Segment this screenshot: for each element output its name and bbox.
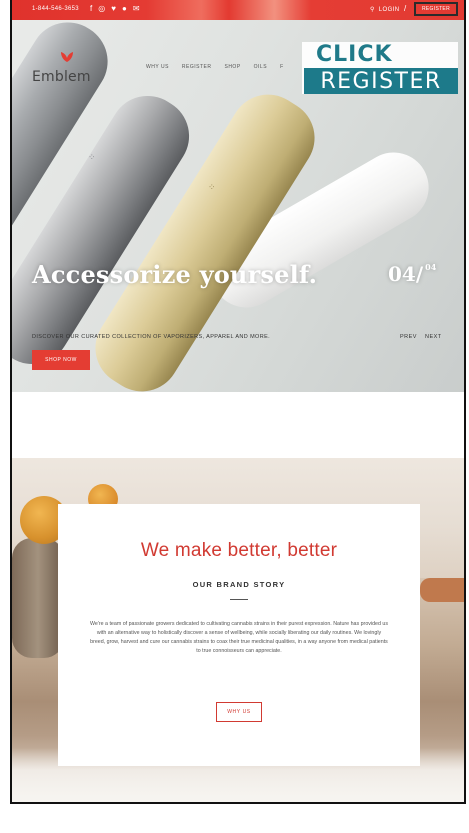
site-logo[interactable]: Emblem xyxy=(32,69,91,85)
social-links: f ◎ ♥ ● ✉ xyxy=(90,4,140,14)
facebook-icon[interactable]: f xyxy=(90,4,92,14)
nav-item-shop[interactable]: SHOP xyxy=(224,64,240,70)
product-logo-mark: ⁘ xyxy=(208,182,217,192)
top-bar: 1-844-546-3653 f ◎ ♥ ● ✉ ⚲ LOGIN / REGIS… xyxy=(10,0,466,20)
frame-border xyxy=(10,0,12,803)
shop-now-label: SHOP NOW xyxy=(45,357,77,363)
register-link[interactable]: REGISTER xyxy=(414,2,458,16)
nav-item-truncated[interactable]: F xyxy=(280,64,284,70)
login-label: LOGIN xyxy=(378,6,400,13)
background-child-figure xyxy=(12,538,64,658)
shop-now-button[interactable]: SHOP NOW xyxy=(32,350,90,370)
slider-controls: PREV NEXT xyxy=(400,334,442,340)
section-spacer xyxy=(10,392,466,458)
product-logo-mark: ⁘ xyxy=(88,152,97,162)
brand-story-body: We're a team of passionate growers dedic… xyxy=(90,621,388,654)
next-button[interactable]: NEXT xyxy=(425,334,442,340)
brand-story-title: We make better, better xyxy=(140,540,338,561)
slide-current: 04/ xyxy=(388,262,424,286)
hero-headline: Accessorize yourself. xyxy=(32,260,318,289)
why-us-label: WHY US xyxy=(227,709,251,715)
hero-tagline: DISCOVER OUR CURATED COLLECTION OF VAPOR… xyxy=(32,334,271,340)
nav-item-why-us[interactable]: WHY US xyxy=(146,64,169,70)
brand-story-section: We make better, better OUR BRAND STORY W… xyxy=(10,458,466,803)
annotation-click-label: CLICK xyxy=(316,42,393,67)
background-rock xyxy=(420,578,466,602)
why-us-button[interactable]: WHY US xyxy=(216,702,262,722)
twitter-icon[interactable]: ♥ xyxy=(111,4,116,14)
search-icon[interactable]: ⚲ xyxy=(370,6,375,13)
nav-item-oils[interactable]: OILS xyxy=(254,64,267,70)
slide-counter: 04/04 xyxy=(388,262,436,286)
divider xyxy=(230,599,248,600)
slide-total: 04 xyxy=(425,262,437,272)
annotation-register-label: REGISTER xyxy=(304,68,458,94)
frame-border xyxy=(10,802,466,804)
topbar-separator: / xyxy=(404,4,407,13)
brand-story-card: We make better, better OUR BRAND STORY W… xyxy=(58,504,420,766)
emblem-leaf-icon[interactable] xyxy=(60,51,74,63)
login-link[interactable]: ⚲ LOGIN xyxy=(370,6,400,14)
frame-border xyxy=(464,0,466,803)
browser-viewport: 1-844-546-3653 f ◎ ♥ ● ✉ ⚲ LOGIN / REGIS… xyxy=(10,0,466,803)
register-link-label: REGISTER xyxy=(422,6,450,12)
phone-number[interactable]: 1-844-546-3653 xyxy=(32,6,79,12)
nav-menu: WHY US REGISTER SHOP OILS F xyxy=(146,64,284,70)
pinterest-icon[interactable]: ● xyxy=(122,4,127,14)
nav-item-register[interactable]: REGISTER xyxy=(182,64,212,70)
hero-slider: ⁘ ⁘ Emblem WHY US REGISTER SHOP OILS F C… xyxy=(10,20,466,392)
instagram-icon[interactable]: ◎ xyxy=(98,4,105,14)
brand-story-subtitle: OUR BRAND STORY xyxy=(192,580,286,589)
prev-button[interactable]: PREV xyxy=(400,334,417,340)
email-icon[interactable]: ✉ xyxy=(133,4,140,14)
annotation-register-text: REGISTER xyxy=(320,68,442,94)
